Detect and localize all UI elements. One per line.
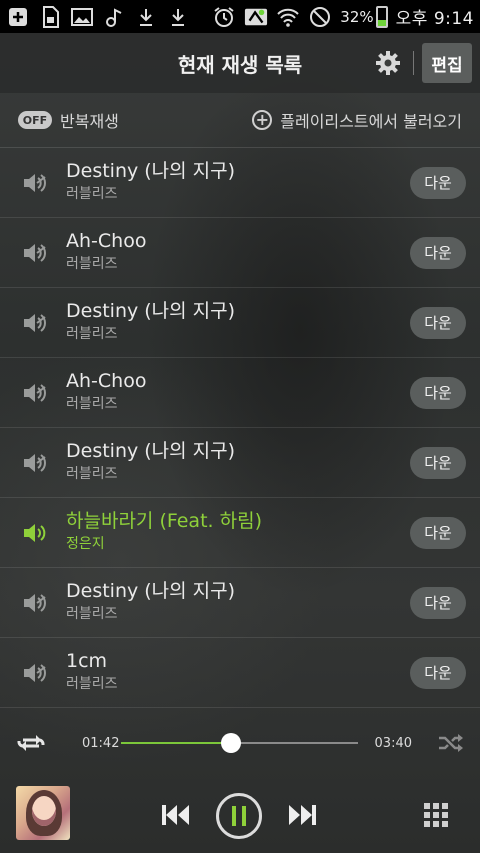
track-artist: 러블리즈 [66, 465, 118, 482]
track-artist: 러블리즈 [66, 255, 118, 272]
page-title: 현재 재생 목록 [177, 52, 303, 77]
speaker-icon [20, 379, 48, 407]
playlist-options-bar: OFF 반복재생 + 플레이리스트에서 불러오기 [0, 93, 480, 148]
wifi-icon [276, 6, 300, 28]
player-controls [0, 778, 480, 853]
track-row[interactable]: Ah-Choo 러블리즈 다운 [0, 218, 480, 288]
battery-indicator: 32% [340, 5, 388, 28]
pause-icon [232, 806, 246, 826]
seek-handle[interactable] [220, 733, 241, 753]
seek-track-fill [121, 742, 231, 744]
speaker-icon [20, 309, 48, 337]
track-title: Ah-Choo [66, 229, 147, 252]
edit-button[interactable]: 편집 [422, 43, 472, 83]
track-row[interactable]: Destiny (나의 지구) 러블리즈 다운 [0, 148, 480, 218]
alarm-icon [212, 6, 236, 28]
track-list: Destiny (나의 지구) 러블리즈 다운 Ah-Choo 러블리즈 다운 … [0, 148, 480, 708]
speaker-icon [20, 659, 48, 687]
download-button[interactable]: 다운 [410, 656, 466, 689]
status-bar: 32% 오후 9:14 [0, 0, 480, 33]
track-title: Destiny (나의 지구) [66, 439, 236, 462]
track-row[interactable]: Destiny (나의 지구) 러블리즈 다운 [0, 288, 480, 358]
status-clock: 오후 9:14 [395, 9, 474, 29]
sd-card-icon [38, 5, 62, 28]
track-artist: 러블리즈 [66, 325, 118, 342]
track-title: Ah-Choo [66, 369, 147, 392]
previous-icon[interactable] [160, 800, 192, 830]
speaker-icon [20, 239, 48, 267]
track-artist: 정은지 [66, 535, 105, 552]
add-circle-icon[interactable]: + [252, 110, 273, 130]
track-row-now-playing[interactable]: 하늘바라기 (Feat. 하림) 정은지 다운 [0, 498, 480, 568]
progress-bar-section: 01:42 03:40 [0, 708, 480, 778]
track-row[interactable]: Ah-Choo 러블리즈 다운 [0, 358, 480, 428]
download-button[interactable]: 다운 [410, 236, 466, 269]
image-icon [70, 6, 94, 28]
track-artist: 러블리즈 [66, 605, 118, 622]
shuffle-icon[interactable] [438, 733, 464, 753]
header-divider [413, 51, 414, 75]
total-time: 03:40 [374, 735, 412, 751]
speaker-icon [20, 519, 48, 547]
track-title: 1cm [66, 649, 108, 672]
download-button[interactable]: 다운 [410, 446, 466, 479]
pause-button[interactable] [216, 793, 262, 839]
track-row[interactable]: 1cm 러블리즈 다운 [0, 638, 480, 708]
track-artist: 러블리즈 [66, 675, 118, 692]
repeat-toggle[interactable]: OFF [18, 111, 52, 129]
speaker-icon [20, 449, 48, 477]
track-artist: 러블리즈 [66, 185, 118, 202]
album-art-thumbnail[interactable] [16, 786, 70, 840]
grid-menu-icon[interactable] [423, 802, 449, 828]
download-button[interactable]: 다운 [410, 586, 466, 619]
download-icon [134, 6, 158, 28]
sync-icon [244, 6, 268, 28]
download-icon [166, 6, 190, 28]
track-title: 하늘바라기 (Feat. 하림) [66, 509, 262, 532]
track-title: Destiny (나의 지구) [66, 159, 236, 182]
elapsed-time: 01:42 [82, 735, 120, 751]
repeat-icon[interactable] [16, 732, 68, 754]
download-button[interactable]: 다운 [410, 376, 466, 409]
track-artist: 러블리즈 [66, 395, 118, 412]
download-button[interactable]: 다운 [410, 306, 466, 339]
next-icon[interactable] [286, 800, 318, 830]
seek-track[interactable] [121, 733, 358, 753]
add-notification-icon [6, 6, 30, 28]
load-playlist-button[interactable]: 플레이리스트에서 불러오기 [280, 108, 462, 132]
speaker-icon [20, 169, 48, 197]
track-title: Destiny (나의 지구) [66, 299, 236, 322]
battery-icon [375, 5, 388, 28]
gear-icon[interactable] [374, 49, 402, 77]
music-note-icon [102, 6, 126, 28]
app-header: 현재 재생 목록 편집 [0, 33, 480, 93]
speaker-icon [20, 589, 48, 617]
download-button[interactable]: 다운 [410, 516, 466, 549]
track-row[interactable]: Destiny (나의 지구) 러블리즈 다운 [0, 428, 480, 498]
track-row[interactable]: Destiny (나의 지구) 러블리즈 다운 [0, 568, 480, 638]
track-title: Destiny (나의 지구) [66, 579, 236, 602]
download-button[interactable]: 다운 [410, 166, 466, 199]
no-signal-icon [308, 6, 332, 28]
repeat-label[interactable]: 반복재생 [60, 108, 119, 132]
battery-percent: 32% [340, 7, 374, 26]
